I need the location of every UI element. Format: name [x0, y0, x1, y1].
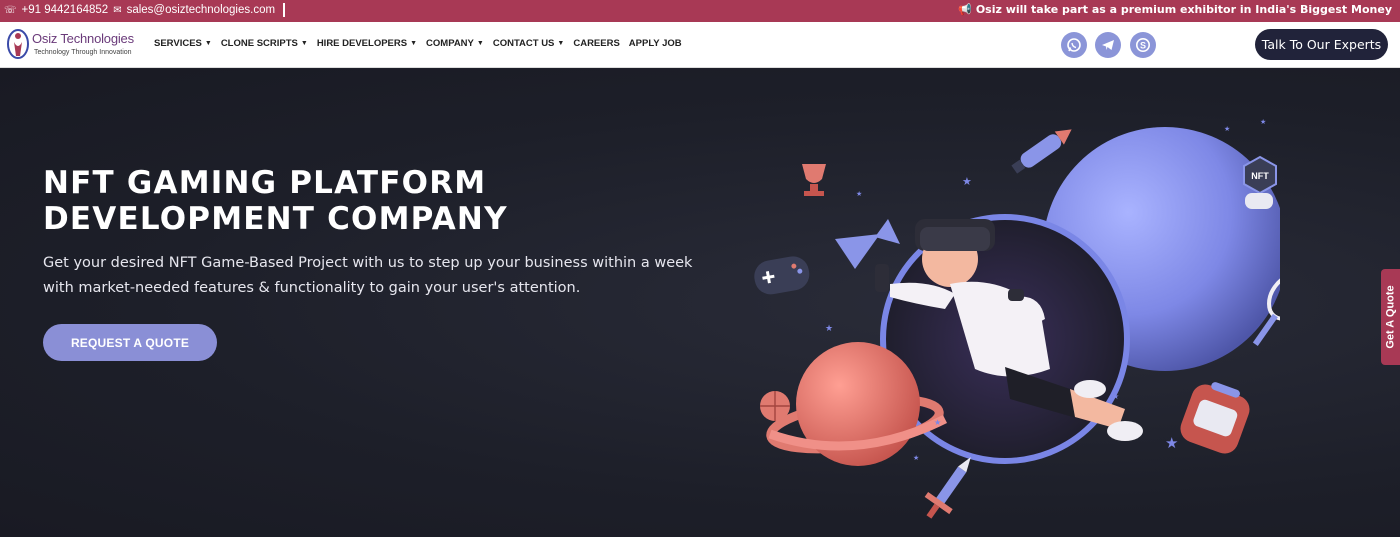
nft-badge-text: NFT: [1251, 171, 1269, 181]
svg-text:S: S: [1140, 40, 1146, 50]
svg-text:★: ★: [856, 190, 862, 198]
rocket-icon: [1011, 129, 1072, 174]
caret-down-icon: ▼: [300, 40, 308, 47]
telegram-icon[interactable]: [1095, 32, 1121, 58]
nft-gaming-illustration: NFT ★ ★ ★ ★ ★ ★ ★ ★ ★: [754, 118, 1280, 519]
whatsapp-icon[interactable]: [1061, 32, 1087, 58]
contact-info: ☏ +91 9442164852 ✉ sales@osiztechnologie…: [4, 3, 286, 17]
svg-text:★: ★: [825, 323, 833, 333]
skype-icon[interactable]: S: [1130, 32, 1156, 58]
nft-badge: NFT: [1243, 155, 1277, 209]
hero-section: NFT GAMING PLATFORM DEVELOPMENT COMPANY …: [0, 69, 1400, 537]
svg-text:★: ★: [1165, 435, 1178, 452]
nav-item-label: CONTACT US: [492, 38, 555, 49]
hero-title-line-2: DEVELOPMENT COMPANY: [43, 201, 508, 237]
svg-text:★: ★: [1224, 125, 1230, 133]
nav-item-services[interactable]: SERVICES ▼: [154, 38, 212, 49]
caret-down-icon: ▼: [410, 40, 418, 47]
gamepad-icon: [754, 256, 810, 295]
talk-to-experts-button[interactable]: Talk To Our Experts: [1255, 29, 1388, 60]
nav-item-label: COMPANY: [426, 38, 474, 49]
email-link[interactable]: sales@osiztechnologies.com: [127, 4, 275, 16]
brand-name: Osiz Technologies: [32, 31, 134, 46]
top-bar: ☏ +91 9442164852 ✉ sales@osiztechnologie…: [0, 0, 1400, 22]
hero-title: NFT GAMING PLATFORM DEVELOPMENT COMPANY: [43, 165, 563, 237]
svg-text:★: ★: [962, 176, 972, 188]
get-a-quote-tab[interactable]: Get A Quote: [1381, 269, 1400, 365]
backpack-icon: [1180, 382, 1250, 454]
trophy-icon: [802, 164, 826, 196]
sword-icon: [924, 457, 971, 519]
hero-title-line-1: NFT GAMING PLATFORM: [43, 165, 487, 201]
svg-text:★: ★: [1112, 392, 1119, 401]
phone-icon: ☏: [4, 4, 17, 16]
email-icon: ✉: [113, 4, 122, 16]
announcement-text: Osiz will take part as a premium exhibit…: [975, 3, 1392, 16]
nav-item-label: CLONE SCRIPTS: [220, 38, 298, 49]
nav-item-label: CAREERS: [573, 38, 620, 49]
text-cursor: [283, 3, 286, 17]
nav-item-careers[interactable]: CAREERS: [573, 38, 619, 49]
hero-description: Get your desired NFT Game-Based Project …: [43, 255, 693, 296]
nav-menu: SERVICES ▼ CLONE SCRIPTS ▼ HIRE DEVELOPERS…: [154, 38, 682, 49]
logo-icon: [7, 29, 29, 59]
nav-item-contact-us[interactable]: CONTACT US ▼: [493, 38, 565, 49]
nav-item-label: HIRE DEVELOPERS: [316, 38, 408, 49]
svg-text:★: ★: [1260, 118, 1266, 126]
triangle-shape: [835, 234, 880, 269]
nav-item-label: APPLY JOB: [628, 38, 682, 49]
caret-down-icon: ▼: [557, 40, 565, 47]
main-navbar: Osiz Technologies Technology Through Inn…: [0, 22, 1400, 68]
side-tab-label: Get A Quote: [1384, 285, 1397, 349]
nav-item-hire-developers[interactable]: HIRE DEVELOPERS ▼: [317, 38, 417, 49]
nav-item-apply-job[interactable]: APPLY JOB: [629, 38, 682, 49]
phone-link[interactable]: +91 9442164852: [22, 4, 109, 16]
brand-tagline: Technology Through Innovation: [34, 49, 132, 56]
announcement[interactable]: 📢 Osiz will take part as a premium exhib…: [958, 3, 1392, 16]
caret-down-icon: ▼: [204, 40, 212, 47]
svg-text:★: ★: [934, 418, 941, 427]
svg-text:★: ★: [913, 454, 919, 462]
request-quote-button[interactable]: REQUEST A QUOTE: [43, 324, 217, 361]
triangle-shape: [875, 219, 900, 244]
caret-down-icon: ▼: [476, 40, 484, 47]
nav-item-company[interactable]: COMPANY ▼: [426, 38, 484, 49]
megaphone-icon: 📢: [958, 3, 972, 16]
brand-logo[interactable]: Osiz Technologies Technology Through Inn…: [6, 26, 136, 64]
nav-item-label: SERVICES: [154, 38, 202, 49]
nav-item-clone-scripts[interactable]: CLONE SCRIPTS ▼: [221, 38, 308, 49]
